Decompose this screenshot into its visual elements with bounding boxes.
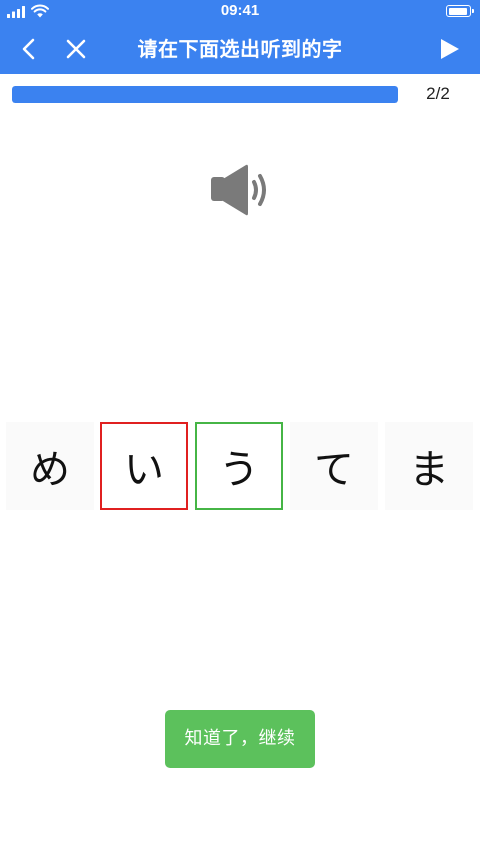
progress-bar: [12, 86, 398, 103]
progress-bar-fill: [12, 86, 398, 103]
choice-character: う: [219, 447, 259, 493]
nav-bar: 请在下面选出听到的字: [0, 24, 480, 74]
choice-character: め: [30, 447, 70, 493]
choice-card[interactable]: て: [290, 422, 378, 510]
choice-card[interactable]: め: [6, 422, 94, 510]
choice-character: て: [314, 447, 354, 493]
close-icon[interactable]: [63, 36, 89, 62]
progress-count: 2/2: [426, 84, 450, 103]
choice-character: い: [124, 447, 164, 493]
choice-card-correct[interactable]: う: [195, 422, 283, 510]
choice-card-wrong[interactable]: い: [100, 422, 188, 510]
play-icon[interactable]: [436, 36, 462, 62]
continue-button[interactable]: 知道了，继续: [165, 710, 315, 768]
speaker-icon[interactable]: [208, 162, 272, 218]
choice-character: ま: [409, 447, 449, 493]
chevron-left-icon[interactable]: [16, 36, 42, 62]
battery-level: [448, 7, 467, 15]
top-bar: 09:41 请在下面选出听到的字: [0, 0, 480, 74]
battery-icon: [446, 5, 474, 17]
page-title: 请在下面选出听到的字: [137, 37, 343, 61]
choice-card[interactable]: ま: [385, 422, 473, 510]
status-time: 09:41: [220, 2, 260, 19]
status-bar: 09:41: [0, 0, 480, 24]
answer-choices: め い う て ま: [6, 422, 475, 510]
